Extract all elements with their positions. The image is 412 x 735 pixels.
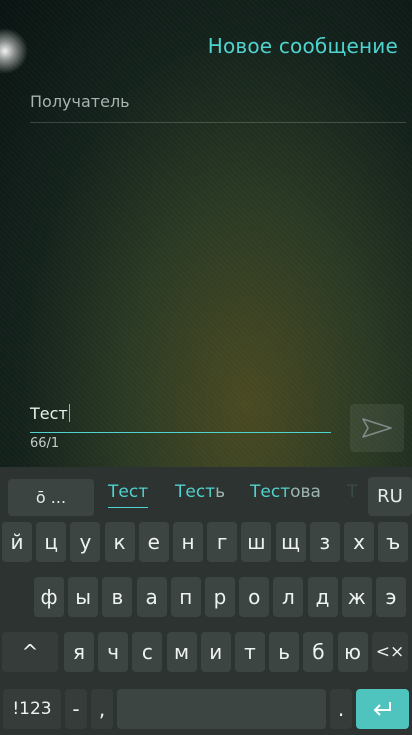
key-row2-6[interactable]: о <box>239 577 270 617</box>
key-row2-9[interactable]: ж <box>341 577 372 617</box>
suggestion-typed: Тест <box>175 482 216 502</box>
character-counter: 66/1 <box>30 436 60 451</box>
message-text: Тест <box>30 404 68 423</box>
suggestion-typed: Тест <box>108 482 149 502</box>
suggestion-4[interactable]: Т <box>347 481 357 503</box>
key-row1-7[interactable]: ш <box>241 522 272 562</box>
suggestion-rest: ь <box>215 482 226 502</box>
key-row3-4[interactable]: м <box>166 632 197 672</box>
key-row3-8[interactable]: б <box>303 632 334 672</box>
text-cursor <box>68 404 71 422</box>
light-flare <box>0 28 28 74</box>
key-row1-3[interactable]: к <box>104 522 135 562</box>
page-title: Новое сообщение <box>207 34 398 58</box>
key-row3-3[interactable]: с <box>132 632 163 672</box>
suggestion-3[interactable]: Тестова <box>250 481 321 503</box>
key-row2-1[interactable]: ы <box>68 577 99 617</box>
key-row3-7[interactable]: ь <box>269 632 300 672</box>
enter-icon <box>373 702 391 716</box>
suggestion-typed: Тест <box>250 482 291 502</box>
recipient-field[interactable]: Получатель <box>30 90 406 123</box>
send-icon <box>362 418 392 438</box>
key-row1-0[interactable]: й <box>2 522 32 562</box>
symbols-key[interactable]: !123 <box>3 689 61 729</box>
key-row1-1[interactable]: ц <box>36 522 67 562</box>
dash-key[interactable]: - <box>65 689 87 729</box>
key-row3-9[interactable]: ю <box>337 632 368 672</box>
key-row3-2[interactable]: ч <box>98 632 129 672</box>
send-button[interactable] <box>350 404 404 452</box>
suggestion-underline <box>108 507 149 508</box>
suggestion-rest: ова <box>290 482 321 502</box>
key-row2-5[interactable]: р <box>205 577 235 617</box>
key-row3-0[interactable]: ^ <box>2 632 58 672</box>
suggestion-2[interactable]: Тесть <box>175 481 225 503</box>
keyboard: ō ... Тест Тесть Тестова Т RU йцукенгшщз… <box>0 467 412 735</box>
key-row1-4[interactable]: е <box>138 522 169 562</box>
key-row1-8[interactable]: щ <box>275 522 306 562</box>
suggestion-1[interactable]: Тест <box>108 481 149 508</box>
enter-key[interactable] <box>356 689 409 729</box>
key-row1-6[interactable]: г <box>207 522 238 562</box>
language-switch-button[interactable]: RU <box>368 477 412 516</box>
message-input[interactable]: Тест <box>30 402 331 433</box>
key-row2-0[interactable]: ф <box>34 577 64 617</box>
key-row2-10[interactable]: э <box>376 577 406 617</box>
key-row3-1[interactable]: я <box>64 632 94 672</box>
key-row1-5[interactable]: н <box>173 522 203 562</box>
key-row2-7[interactable]: л <box>273 577 304 617</box>
comma-key[interactable]: , <box>91 689 113 729</box>
key-row3-10[interactable]: <× <box>372 632 408 672</box>
suggestion-bar: ō ... Тест Тесть Тестова Т RU <box>0 467 412 519</box>
clipboard-button[interactable]: ō ... <box>8 479 94 516</box>
key-row2-4[interactable]: п <box>170 577 201 617</box>
period-key[interactable]: . <box>330 689 352 729</box>
key-row1-10[interactable]: х <box>344 522 374 562</box>
space-key[interactable] <box>117 689 326 729</box>
recipient-placeholder: Получатель <box>30 92 130 111</box>
key-row2-8[interactable]: д <box>307 577 338 617</box>
key-row2-3[interactable]: а <box>136 577 167 617</box>
key-row2-2[interactable]: в <box>102 577 133 617</box>
key-row1-2[interactable]: у <box>70 522 101 562</box>
key-row1-9[interactable]: з <box>309 522 340 562</box>
key-row1-11[interactable]: ъ <box>378 522 409 562</box>
key-row3-6[interactable]: т <box>235 632 265 672</box>
key-row3-5[interactable]: и <box>200 632 231 672</box>
